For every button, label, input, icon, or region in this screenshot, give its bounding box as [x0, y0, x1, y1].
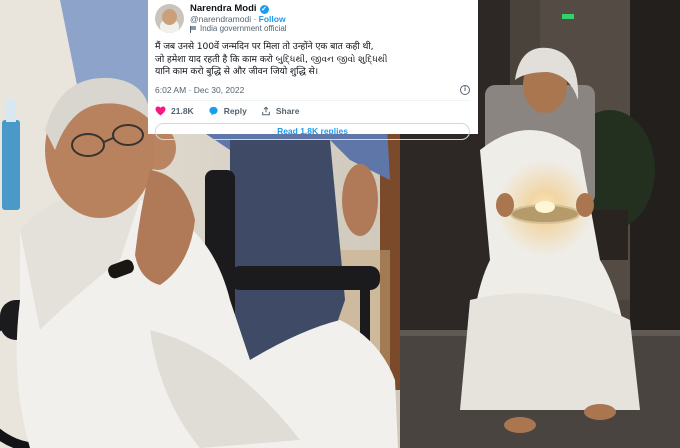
share-label: Share	[275, 105, 300, 116]
verified-badge-icon: ✓	[259, 4, 269, 14]
timestamp[interactable]: 6:02 AM · Dec 30, 2022	[155, 85, 244, 95]
timestamp-row: 6:02 AM · Dec 30, 2022 i	[155, 84, 470, 96]
info-icon[interactable]: i	[460, 84, 470, 95]
reply-button[interactable]: Reply	[208, 106, 247, 116]
account-label-row: India government official	[190, 24, 287, 34]
reply-bubble-icon	[209, 106, 218, 116]
handle-separator: ·	[251, 14, 259, 24]
avatar[interactable]	[155, 4, 184, 33]
author-name-row[interactable]: Narendra Modi ✓	[190, 4, 287, 14]
account-label: India government official	[200, 24, 287, 33]
tweet-card[interactable]: Narendra Modi ✓ @narendramodi · Follow I…	[148, 0, 478, 140]
reply-label: Reply	[223, 105, 247, 116]
author-name[interactable]: Narendra Modi	[190, 4, 257, 14]
tweet-text-line: मैं जब उनसे 100वें जन्मदिन पर मिला तो उन…	[155, 41, 374, 52]
tweet-text-line: यानि काम करो बुद्धि से और जीवन जियो शुद्…	[155, 66, 318, 77]
tweet-text-line: जो हमेशा याद रहती है कि काम करो બુદ્ધિથી…	[155, 53, 388, 65]
handle-row: @narendramodi · Follow	[190, 14, 287, 24]
like-count: 21.8K	[171, 105, 194, 116]
government-flag-icon	[190, 25, 197, 33]
tweet-header: Narendra Modi ✓ @narendramodi · Follow I…	[155, 4, 470, 38]
like-button[interactable]: 21.8K	[155, 106, 194, 116]
action-bar: 21.8K Reply Share	[155, 102, 470, 120]
divider	[155, 99, 470, 101]
follow-button[interactable]: Follow	[259, 14, 286, 24]
share-icon	[262, 106, 270, 115]
heart-icon	[155, 105, 166, 116]
share-button[interactable]: Share	[261, 105, 300, 116]
read-replies-button[interactable]: Read 1.8K replies	[155, 122, 470, 140]
author-handle[interactable]: @narendramodi	[190, 14, 251, 24]
read-replies-label: Read 1.8K replies	[277, 126, 348, 136]
tweet-text: मैं जब उनसे 100वें जन्मदिन पर मिला तो उन…	[155, 41, 470, 79]
